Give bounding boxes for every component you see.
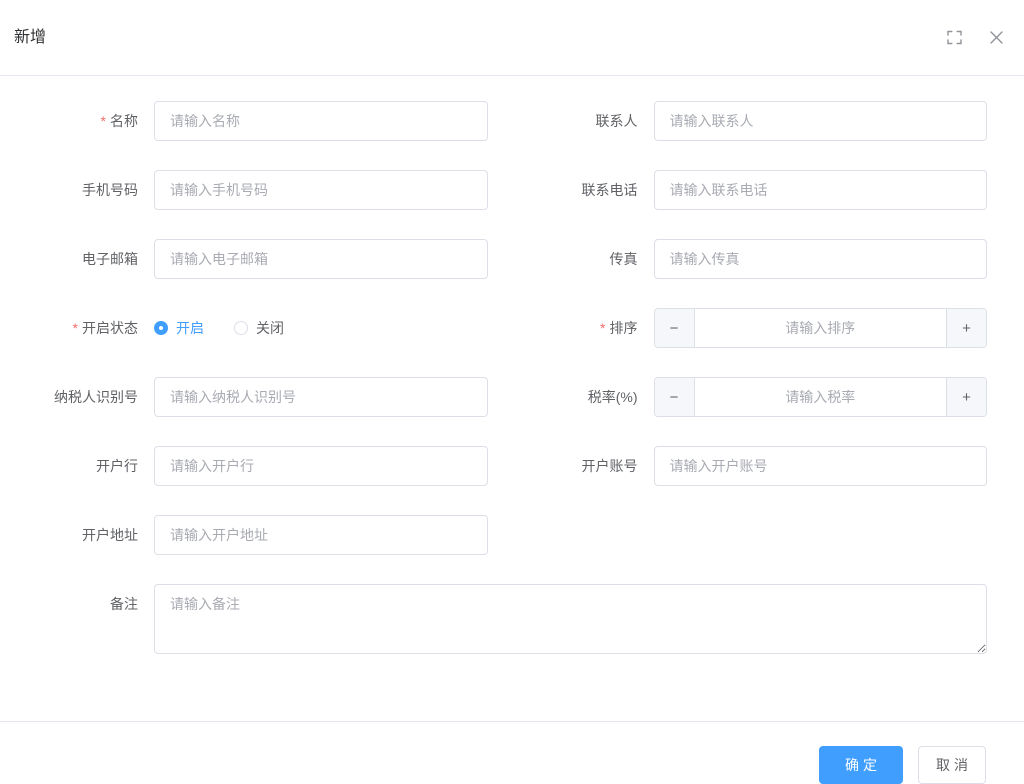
remark-textarea[interactable]	[154, 584, 987, 654]
form-item-bank-address: 开户地址	[14, 515, 488, 555]
form-item-email: 电子邮箱	[14, 239, 488, 279]
form-item-mobile: 手机号码	[14, 170, 488, 210]
fullscreen-button[interactable]	[944, 28, 964, 48]
status-radio-group: 开启 关闭	[154, 308, 488, 348]
sort-input[interactable]	[694, 309, 946, 347]
tax-rate-number-input: − +	[653, 377, 987, 417]
status-radio-off-label: 关闭	[256, 320, 284, 336]
minus-icon: −	[669, 388, 679, 406]
status-radio-off[interactable]: 关闭	[234, 318, 284, 338]
required-asterisk: *	[600, 320, 606, 336]
sort-label: * 排序	[600, 320, 638, 336]
radio-unselected-icon	[234, 321, 248, 335]
form-item-bank: 开户行	[14, 446, 488, 486]
fax-input[interactable]	[653, 239, 987, 279]
plus-icon: +	[962, 388, 971, 406]
add-dialog: 新增 * 名称 请输入名称 联系人 请输入联系人 手机号码 请输入手机号码 联系…	[0, 0, 1024, 784]
bank-address-label: 开户地址	[82, 527, 138, 543]
name-input[interactable]	[154, 101, 488, 141]
bank-label: 开户行	[96, 458, 138, 474]
bank-address-input[interactable]	[154, 515, 488, 555]
status-radio-on[interactable]: 开启	[154, 318, 204, 338]
fax-label: 传真	[609, 251, 638, 267]
minus-icon: −	[669, 319, 679, 337]
tax-rate-increase-button[interactable]: +	[946, 378, 986, 416]
form-item-name: * 名称	[14, 101, 488, 141]
dialog-header-tools	[944, 28, 1006, 48]
remark-label: 备注	[110, 596, 138, 612]
mobile-label: 手机号码	[82, 182, 138, 198]
taxpayer-id-input[interactable]	[154, 377, 488, 417]
required-asterisk: *	[72, 320, 78, 336]
form-item-status: * 开启状态 开启 关闭	[14, 308, 488, 348]
contact-input[interactable]	[653, 101, 987, 141]
fullscreen-icon	[946, 30, 962, 45]
radio-selected-icon	[154, 321, 168, 335]
bank-input[interactable]	[154, 446, 488, 486]
email-input[interactable]	[154, 239, 488, 279]
form-item-empty	[514, 515, 988, 555]
dialog-footer: 确定 取消	[0, 721, 1024, 784]
sort-number-input: − +	[653, 308, 987, 348]
phone-label: 联系电话	[581, 182, 638, 198]
sort-increase-button[interactable]: +	[946, 309, 986, 347]
phone-input[interactable]	[653, 170, 987, 210]
form-item-contact: 联系人	[514, 101, 987, 141]
name-label: * 名称	[100, 113, 138, 129]
add-form: *名称 联系人 手机号码 联系电话 电子邮箱 传真	[14, 101, 987, 683]
status-label: * 开启状态	[72, 320, 138, 336]
form-item-sort: *排序 − +	[514, 308, 987, 348]
contact-label: 联系人	[595, 113, 638, 129]
confirm-button[interactable]: 确定	[819, 746, 903, 784]
tax-rate-input[interactable]	[694, 378, 946, 416]
dialog-header: 新增	[0, 0, 1024, 76]
form-item-remark: 备注	[14, 584, 987, 654]
close-button[interactable]	[986, 28, 1006, 48]
bank-account-input[interactable]	[653, 446, 987, 486]
dialog-body: *名称 联系人 手机号码 联系电话 电子邮箱 传真	[0, 76, 1024, 701]
tax-rate-decrease-button[interactable]: −	[654, 378, 695, 416]
form-item-fax: 传真	[514, 239, 987, 279]
form-item-taxpayer-id: 纳税人识别号	[14, 377, 488, 417]
mobile-input[interactable]	[154, 170, 488, 210]
taxpayer-id-label: 纳税人识别号	[54, 389, 138, 405]
email-label: 电子邮箱	[82, 251, 138, 267]
form-item-tax-rate: 税率(%) − +	[514, 377, 987, 417]
form-item-bank-account: 开户账号	[514, 446, 987, 486]
tax-rate-label: 税率(%)	[587, 389, 638, 405]
sort-decrease-button[interactable]: −	[654, 309, 695, 347]
close-icon	[989, 30, 1004, 45]
dialog-title: 新增	[14, 28, 47, 46]
plus-icon: +	[962, 319, 971, 337]
bank-account-label: 开户账号	[581, 458, 638, 474]
required-asterisk: *	[100, 113, 106, 129]
form-item-phone: 联系电话	[514, 170, 987, 210]
status-radio-on-label: 开启	[176, 320, 204, 336]
cancel-button[interactable]: 取消	[918, 746, 986, 784]
